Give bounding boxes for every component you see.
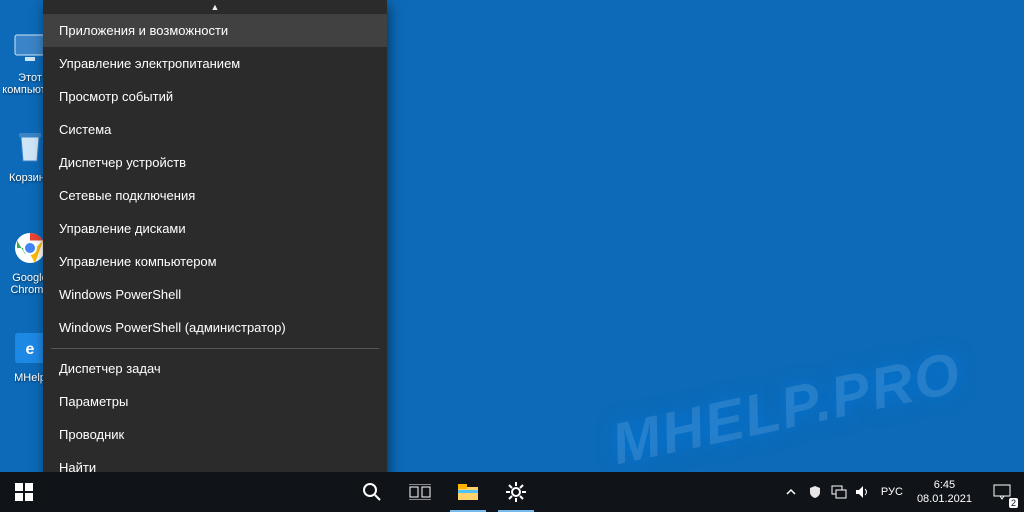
winx-menu: ▲ Приложения и возможности Управление эл… <box>43 0 387 498</box>
tray-overflow-button[interactable] <box>779 472 803 512</box>
shield-icon <box>808 485 822 499</box>
action-center-button[interactable]: 2 <box>980 472 1024 512</box>
taskbar-app-settings[interactable] <box>492 472 540 512</box>
tray-network-button[interactable] <box>827 472 851 512</box>
taskbar-app-explorer[interactable] <box>444 472 492 512</box>
winx-item-task-manager[interactable]: Диспетчер задач <box>43 352 387 385</box>
winx-item-file-explorer[interactable]: Проводник <box>43 418 387 451</box>
taskview-icon <box>409 484 431 500</box>
winx-item-settings[interactable]: Параметры <box>43 385 387 418</box>
winx-item-event-viewer[interactable]: Просмотр событий <box>43 80 387 113</box>
winx-item-device-manager[interactable]: Диспетчер устройств <box>43 146 387 179</box>
taskbar-search-button[interactable] <box>348 472 396 512</box>
search-icon <box>362 482 382 502</box>
winx-item-computer-management[interactable]: Управление компьютером <box>43 245 387 278</box>
scroll-up-arrow-icon[interactable]: ▲ <box>43 0 387 14</box>
svg-text:e: e <box>26 341 35 358</box>
winx-item-disk-management[interactable]: Управление дисками <box>43 212 387 245</box>
desktop: Этот компьютер Корзина Google Chrome e M… <box>0 0 1024 512</box>
tray-app-icon[interactable] <box>803 472 827 512</box>
winx-item-apps-and-features[interactable]: Приложения и возможности <box>43 14 387 47</box>
notification-icon <box>993 484 1011 500</box>
folder-icon <box>458 484 478 500</box>
start-button[interactable] <box>0 472 48 512</box>
chevron-up-icon <box>786 487 796 497</box>
watermark-text: MHELP.PRO <box>606 339 967 478</box>
winx-item-network-connections[interactable]: Сетевые подключения <box>43 179 387 212</box>
taskbar-taskview-button[interactable] <box>396 472 444 512</box>
notification-badge: 2 <box>1009 498 1018 508</box>
network-icon <box>831 485 847 499</box>
tray-language-button[interactable]: РУС <box>875 472 909 512</box>
speaker-icon <box>855 485 871 499</box>
winx-item-powershell-admin[interactable]: Windows PowerShell (администратор) <box>43 311 387 344</box>
winx-item-power-options[interactable]: Управление электропитанием <box>43 47 387 80</box>
winx-item-powershell[interactable]: Windows PowerShell <box>43 278 387 311</box>
tray-volume-button[interactable] <box>851 472 875 512</box>
taskbar: РУС 6:45 08.01.2021 2 <box>0 472 1024 512</box>
menu-separator <box>51 348 379 349</box>
winx-item-system[interactable]: Система <box>43 113 387 146</box>
clock-date: 08.01.2021 <box>917 492 972 506</box>
gear-icon <box>506 482 526 502</box>
clock-time: 6:45 <box>917 478 972 492</box>
tray-clock[interactable]: 6:45 08.01.2021 <box>909 478 980 506</box>
system-tray: РУС 6:45 08.01.2021 2 <box>779 472 1024 512</box>
windows-logo-icon <box>15 483 33 501</box>
